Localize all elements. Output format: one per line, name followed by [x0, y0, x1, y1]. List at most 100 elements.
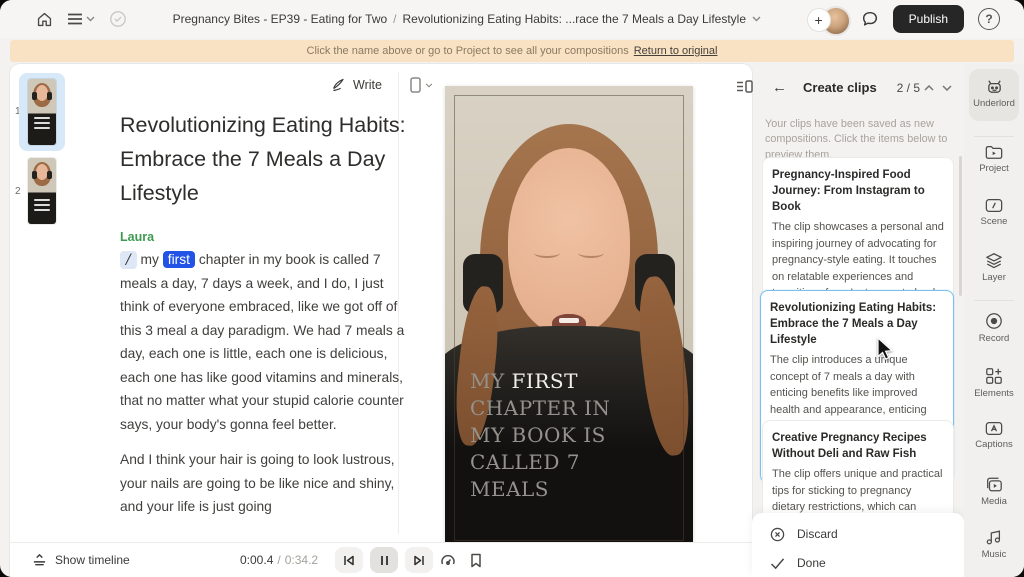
composition-title[interactable]: Revolutionizing Eating Habits: Embrace t…: [120, 108, 410, 210]
video-preview[interactable]: MY FIRST CHAPTER IN MY BOOK IS CALLED 7 …: [445, 86, 693, 550]
transcript-word[interactable]: my: [141, 252, 159, 267]
thumb-caption-line: [34, 122, 50, 124]
skip-to-end-button[interactable]: [405, 547, 433, 573]
tool-rail: Underlord Project Scene Layer Record Ele…: [964, 64, 1024, 577]
breadcrumb-separator: /: [393, 12, 397, 26]
thumb-headphone-right: [47, 171, 52, 179]
quill-icon: [331, 77, 347, 93]
next-clip-button[interactable]: [938, 84, 956, 91]
transcript-text[interactable]: chapter in my book is called 7 meals a d…: [120, 252, 404, 432]
rail-item-scene[interactable]: Scene: [964, 198, 1024, 227]
top-bar: Pregnancy Bites - EP39 - Eating for Two …: [0, 0, 1024, 38]
clips-footer: Discard Done: [752, 513, 964, 577]
discard-circle-x-icon: [770, 527, 785, 542]
playback-speed-button[interactable]: [440, 553, 456, 567]
clips-scrollbar[interactable]: [959, 156, 962, 296]
scene-break-token[interactable]: /: [120, 251, 137, 269]
show-timeline-button[interactable]: Show timeline: [26, 552, 136, 568]
speaker-label[interactable]: Laura: [120, 230, 410, 244]
clip-title: Revolutionizing Eating Habits: Embrace t…: [770, 302, 937, 347]
skip-forward-icon: [413, 555, 425, 566]
captions-icon: [985, 421, 1003, 436]
publish-button[interactable]: Publish: [892, 5, 964, 33]
slide-thumbnail-1[interactable]: [28, 79, 56, 145]
layers-icon: [985, 252, 1003, 269]
transcript[interactable]: / my first chapter in my book is called …: [120, 248, 410, 519]
playback-controls: [335, 547, 433, 573]
transcript-paragraph-1[interactable]: / my first chapter in my book is called …: [120, 248, 410, 436]
check-icon: [770, 557, 785, 570]
slide-thumbnail-2[interactable]: [28, 158, 56, 224]
breadcrumb-project[interactable]: Pregnancy Bites - EP39 - Eating for Two: [173, 12, 388, 26]
project-folder-icon: [985, 144, 1003, 160]
top-bar-right: + Publish ?: [806, 5, 1024, 36]
burned-in-caption[interactable]: MY FIRST CHAPTER IN MY BOOK IS CALLED 7 …: [470, 368, 650, 503]
top-bar-left: [0, 10, 127, 28]
notification-message: Click the name above or go to Project to…: [306, 45, 629, 57]
music-notes-icon: [985, 529, 1003, 546]
write-button-label: Write: [353, 78, 382, 92]
back-button[interactable]: ←: [766, 78, 793, 97]
home-icon: [36, 11, 53, 28]
rail-item-project[interactable]: Project: [964, 144, 1024, 174]
previous-clip-button[interactable]: [920, 84, 938, 91]
add-collaborator-button[interactable]: +: [806, 8, 831, 32]
aspect-ratio-button[interactable]: [404, 76, 439, 94]
script-editor[interactable]: Revolutionizing Eating Habits: Embrace t…: [120, 108, 410, 531]
transcript-paragraph-2[interactable]: And I think your hair is going to look l…: [120, 448, 410, 519]
editor-panel: 1 2 Write Revolutionizing Eating Habits:…: [10, 64, 753, 577]
chevron-down-icon: [425, 82, 433, 88]
chevron-down-icon[interactable]: [752, 16, 761, 22]
thumb-caption-line: [34, 209, 50, 211]
comments-button[interactable]: [861, 10, 879, 28]
pause-icon: [380, 555, 389, 566]
rail-label: Elements: [974, 388, 1014, 399]
pause-button[interactable]: [370, 547, 398, 573]
show-timeline-label: Show timeline: [55, 553, 130, 567]
bookmark-button[interactable]: [470, 553, 482, 568]
underlord-robot-icon: [985, 77, 1004, 95]
mouse-cursor: [877, 337, 896, 363]
rail-item-elements[interactable]: Elements: [964, 367, 1024, 399]
time-separator: /: [277, 553, 281, 567]
thumb-headphone-left: [32, 92, 37, 100]
divider: [974, 300, 1014, 301]
total-time: 0:34.2: [284, 553, 319, 567]
rail-item-layer[interactable]: Layer: [964, 252, 1024, 283]
return-to-original-link[interactable]: Return to original: [634, 45, 718, 57]
skip-to-start-button[interactable]: [335, 547, 363, 573]
rail-item-media[interactable]: Media: [964, 476, 1024, 507]
thumb-caption-line: [34, 204, 50, 206]
chevron-down-icon: [942, 84, 952, 91]
rail-label: Media: [981, 496, 1007, 507]
main-menu-button[interactable]: [67, 12, 95, 26]
speed-gauge-icon: [440, 553, 456, 567]
rail-item-underlord[interactable]: Underlord: [964, 77, 1024, 109]
chat-bubble-icon: [861, 10, 879, 28]
caption-word: MY: [470, 369, 505, 393]
thumb-caption-line: [34, 127, 50, 129]
home-button[interactable]: [36, 11, 53, 28]
player-extra-controls: [440, 553, 482, 568]
rail-item-music[interactable]: Music: [964, 529, 1024, 560]
time-display: 0:00.4 / 0:34.2: [240, 553, 318, 567]
write-button[interactable]: Write: [325, 76, 388, 94]
rail-label: Music: [981, 549, 1007, 560]
clips-counter: 2 / 5: [896, 80, 920, 95]
collaborators: +: [806, 6, 851, 36]
help-button[interactable]: ?: [978, 8, 1000, 30]
breadcrumb-composition[interactable]: Revolutionizing Eating Habits: ...race t…: [403, 12, 747, 26]
clips-header: ← Create clips 2 / 5: [752, 78, 964, 97]
current-time: 0:00.4: [240, 553, 274, 567]
rail-item-record[interactable]: Record: [964, 312, 1024, 344]
done-label: Done: [797, 556, 826, 570]
done-button[interactable]: Done: [770, 551, 964, 575]
discard-button[interactable]: Discard: [770, 522, 964, 546]
create-clips-panel: ← Create clips 2 / 5 Your clips have bee…: [752, 64, 964, 577]
rail-item-captions[interactable]: Captions: [964, 421, 1024, 450]
elements-grid-icon: [985, 367, 1003, 385]
discard-label: Discard: [797, 527, 838, 541]
hamburger-icon: [67, 12, 83, 26]
selected-word[interactable]: first: [162, 251, 195, 268]
caption-current-word: FIRST: [511, 369, 578, 393]
